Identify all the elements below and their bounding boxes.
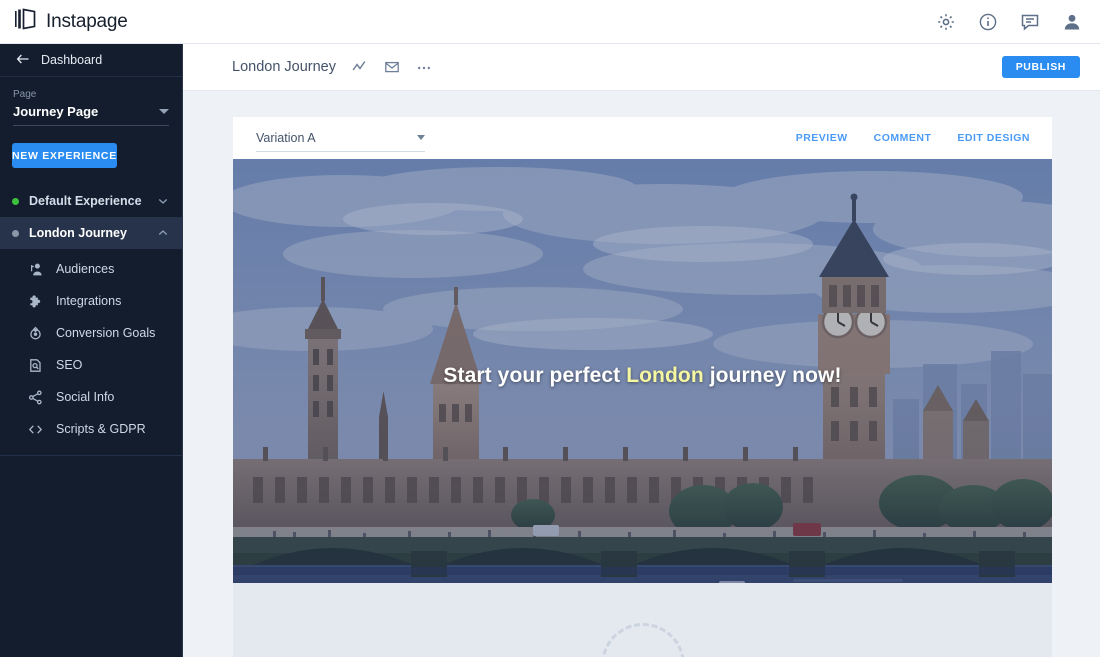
edit-design-action[interactable]: EDIT DESIGN [957, 132, 1030, 144]
sidebar-item-label: Scripts & GDPR [56, 422, 146, 436]
experience-row-default[interactable]: Default Experience [0, 185, 182, 217]
sidebar-dashboard-link[interactable]: Dashboard [0, 44, 182, 77]
content-area: Variation A PREVIEW COMMENT EDIT DESIGN [183, 91, 1100, 657]
chevron-down-icon [159, 109, 169, 114]
share-icon [28, 390, 43, 405]
audiences-icon [28, 262, 43, 277]
experience-row-london-journey[interactable]: London Journey [0, 217, 182, 249]
headline-accent: London [626, 364, 704, 387]
chat-icon[interactable] [1020, 12, 1040, 32]
page-selector-label: Page [13, 89, 37, 100]
dashed-circle-placeholder [600, 623, 685, 657]
page-title: London Journey [232, 59, 336, 75]
sidebar-dashboard-label: Dashboard [41, 53, 103, 67]
person-icon[interactable] [1062, 12, 1082, 32]
experience-list: Default Experience London Journey Audien… [0, 185, 182, 456]
new-experience-button[interactable]: NEW EXPERIENCE [12, 143, 117, 168]
page-selector-dropdown[interactable]: Journey Page [13, 104, 169, 126]
info-icon[interactable] [978, 12, 998, 32]
sidebar-item-label: Integrations [56, 294, 122, 308]
page-section-below-hero [233, 583, 1052, 657]
analytics-icon[interactable] [352, 59, 368, 75]
sidebar: Dashboard Page Journey Page NEW EXPERIEN… [0, 44, 183, 657]
page-header-left: London Journey [232, 59, 432, 75]
sidebar-item-label: Social Info [56, 390, 115, 404]
seo-document-icon [28, 358, 43, 373]
sidebar-item-audiences[interactable]: Audiences [0, 253, 182, 285]
brand-name: Instapage [46, 10, 128, 32]
experience-label: Default Experience [29, 194, 142, 208]
top-bar-icons [936, 12, 1082, 32]
headline-after: journey now! [703, 364, 842, 387]
variation-dropdown[interactable]: Variation A [256, 131, 425, 152]
brand-logo[interactable]: Instapage [14, 8, 128, 35]
experience-label: London Journey [29, 226, 127, 240]
hero-preview[interactable]: Start your perfect London journey now! [233, 159, 1052, 605]
target-icon [28, 326, 43, 341]
page-selector-group: Page Journey Page [0, 77, 182, 126]
sidebar-item-label: SEO [56, 358, 83, 372]
sidebar-item-integrations[interactable]: Integrations [0, 285, 182, 317]
sidebar-divider [0, 455, 182, 456]
arrow-left-icon [16, 52, 30, 69]
status-dot-icon [12, 197, 19, 205]
instapage-app: Instapage Dashboard Page Journey Page NE… [0, 0, 1100, 657]
headline-before: Start your perfect [443, 364, 627, 387]
envelope-icon[interactable] [384, 59, 400, 75]
page-header: London Journey PUBLISH [183, 44, 1100, 91]
variation-actions: PREVIEW COMMENT EDIT DESIGN [796, 132, 1030, 144]
sidebar-item-conversion-goals[interactable]: Conversion Goals [0, 317, 182, 349]
hero-headline: Start your perfect London journey now! [233, 364, 1052, 388]
puzzle-icon [28, 294, 43, 309]
sidebar-item-scripts-gdpr[interactable]: Scripts & GDPR [0, 413, 182, 445]
instapage-logo-icon [14, 8, 40, 35]
ellipsis-icon[interactable] [416, 59, 432, 75]
sidebar-item-label: Audiences [56, 262, 115, 276]
experience-sub-menu: Audiences Integrations Conversion Goals … [0, 249, 182, 445]
page-selector-value: Journey Page [13, 104, 99, 119]
chevron-up-icon[interactable] [158, 228, 168, 238]
variation-value: Variation A [256, 130, 316, 145]
chevron-down-icon[interactable] [158, 196, 168, 206]
sidebar-item-label: Conversion Goals [56, 326, 156, 340]
variation-bar: Variation A PREVIEW COMMENT EDIT DESIGN [233, 117, 1052, 159]
top-bar: Instapage [0, 0, 1100, 44]
chevron-down-icon [417, 135, 425, 140]
sidebar-item-social-info[interactable]: Social Info [0, 381, 182, 413]
variation-card: Variation A PREVIEW COMMENT EDIT DESIGN [233, 117, 1052, 657]
preview-action[interactable]: PREVIEW [796, 132, 848, 144]
gear-icon[interactable] [936, 12, 956, 32]
comment-action[interactable]: COMMENT [874, 132, 932, 144]
status-dot-icon [12, 229, 19, 237]
publish-button[interactable]: PUBLISH [1001, 56, 1080, 78]
code-icon [28, 422, 43, 437]
sidebar-item-seo[interactable]: SEO [0, 349, 182, 381]
